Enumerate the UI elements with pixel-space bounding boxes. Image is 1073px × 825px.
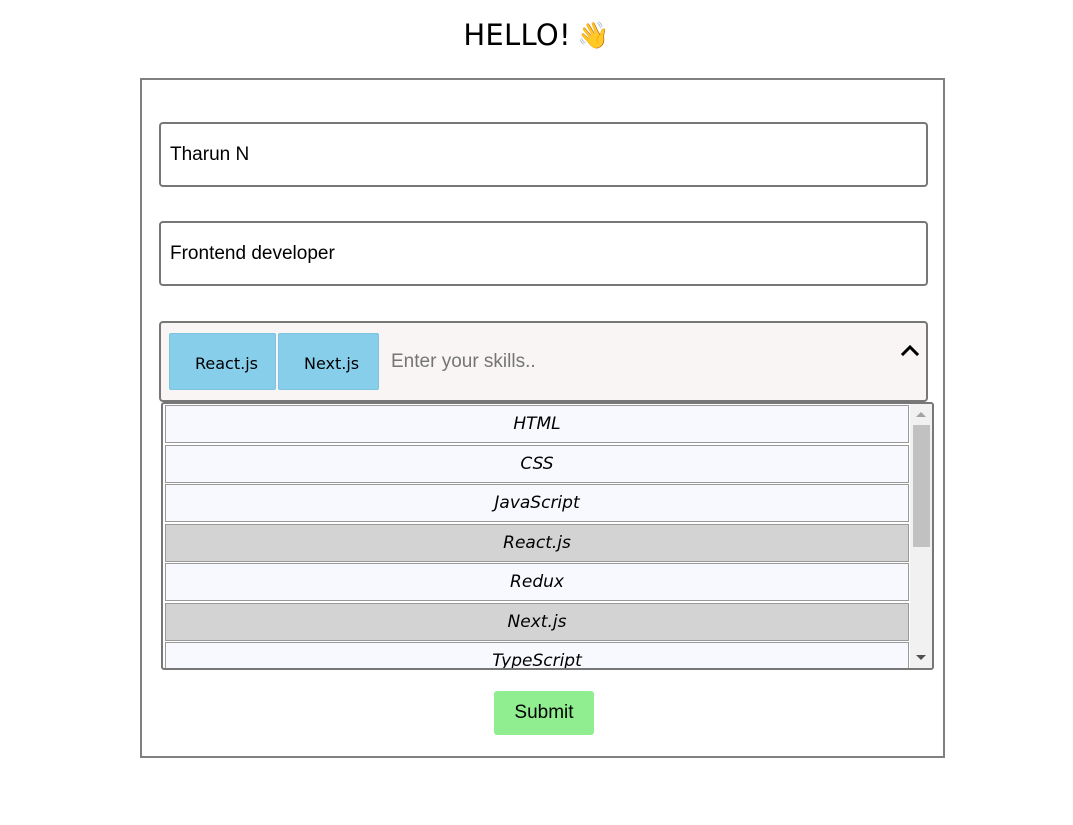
name-input[interactable] bbox=[159, 122, 928, 187]
dropdown-scrollbar[interactable] bbox=[910, 404, 932, 668]
triangle-down-icon[interactable] bbox=[910, 648, 932, 668]
skill-chip: Next.js× bbox=[278, 333, 379, 431]
skill-chip-label: Next.js bbox=[304, 354, 360, 373]
skill-option[interactable]: React.js bbox=[165, 523, 909, 562]
skills-option-list: HTML CSS JavaScript React.js Redux Next.js Typ… bbox=[165, 405, 909, 668]
chevron-up-icon[interactable] bbox=[898, 339, 922, 363]
page-title: HELLO! 👋 bbox=[0, 18, 1073, 52]
submit-button[interactable]: Submit bbox=[494, 691, 594, 735]
skill-option[interactable]: HTML bbox=[165, 405, 909, 443]
skills-search-input[interactable] bbox=[389, 345, 869, 379]
skill-option[interactable]: CSS bbox=[165, 444, 909, 483]
page-title-text: HELLO! bbox=[463, 18, 571, 52]
triangle-up-icon[interactable] bbox=[910, 404, 932, 424]
skill-chip-label: React.js bbox=[195, 354, 258, 373]
role-input[interactable] bbox=[159, 221, 928, 286]
skill-chip: React.js× bbox=[169, 333, 276, 431]
skill-option[interactable]: Redux bbox=[165, 563, 909, 601]
skill-option[interactable]: TypeScript bbox=[165, 642, 909, 668]
waving-hand-icon: 👋 bbox=[576, 21, 610, 51]
skills-multiselect[interactable]: React.js× Next.js× bbox=[159, 321, 928, 431]
skill-option[interactable]: JavaScript bbox=[165, 484, 909, 522]
skills-dropdown: HTML CSS JavaScript React.js Redux Next.js Typ… bbox=[161, 402, 934, 670]
skill-option[interactable]: Next.js bbox=[165, 602, 909, 641]
profile-form: React.js× Next.js× HTMLCSSJavaScriptReac… bbox=[140, 78, 945, 758]
scrollbar-thumb[interactable] bbox=[913, 425, 930, 547]
